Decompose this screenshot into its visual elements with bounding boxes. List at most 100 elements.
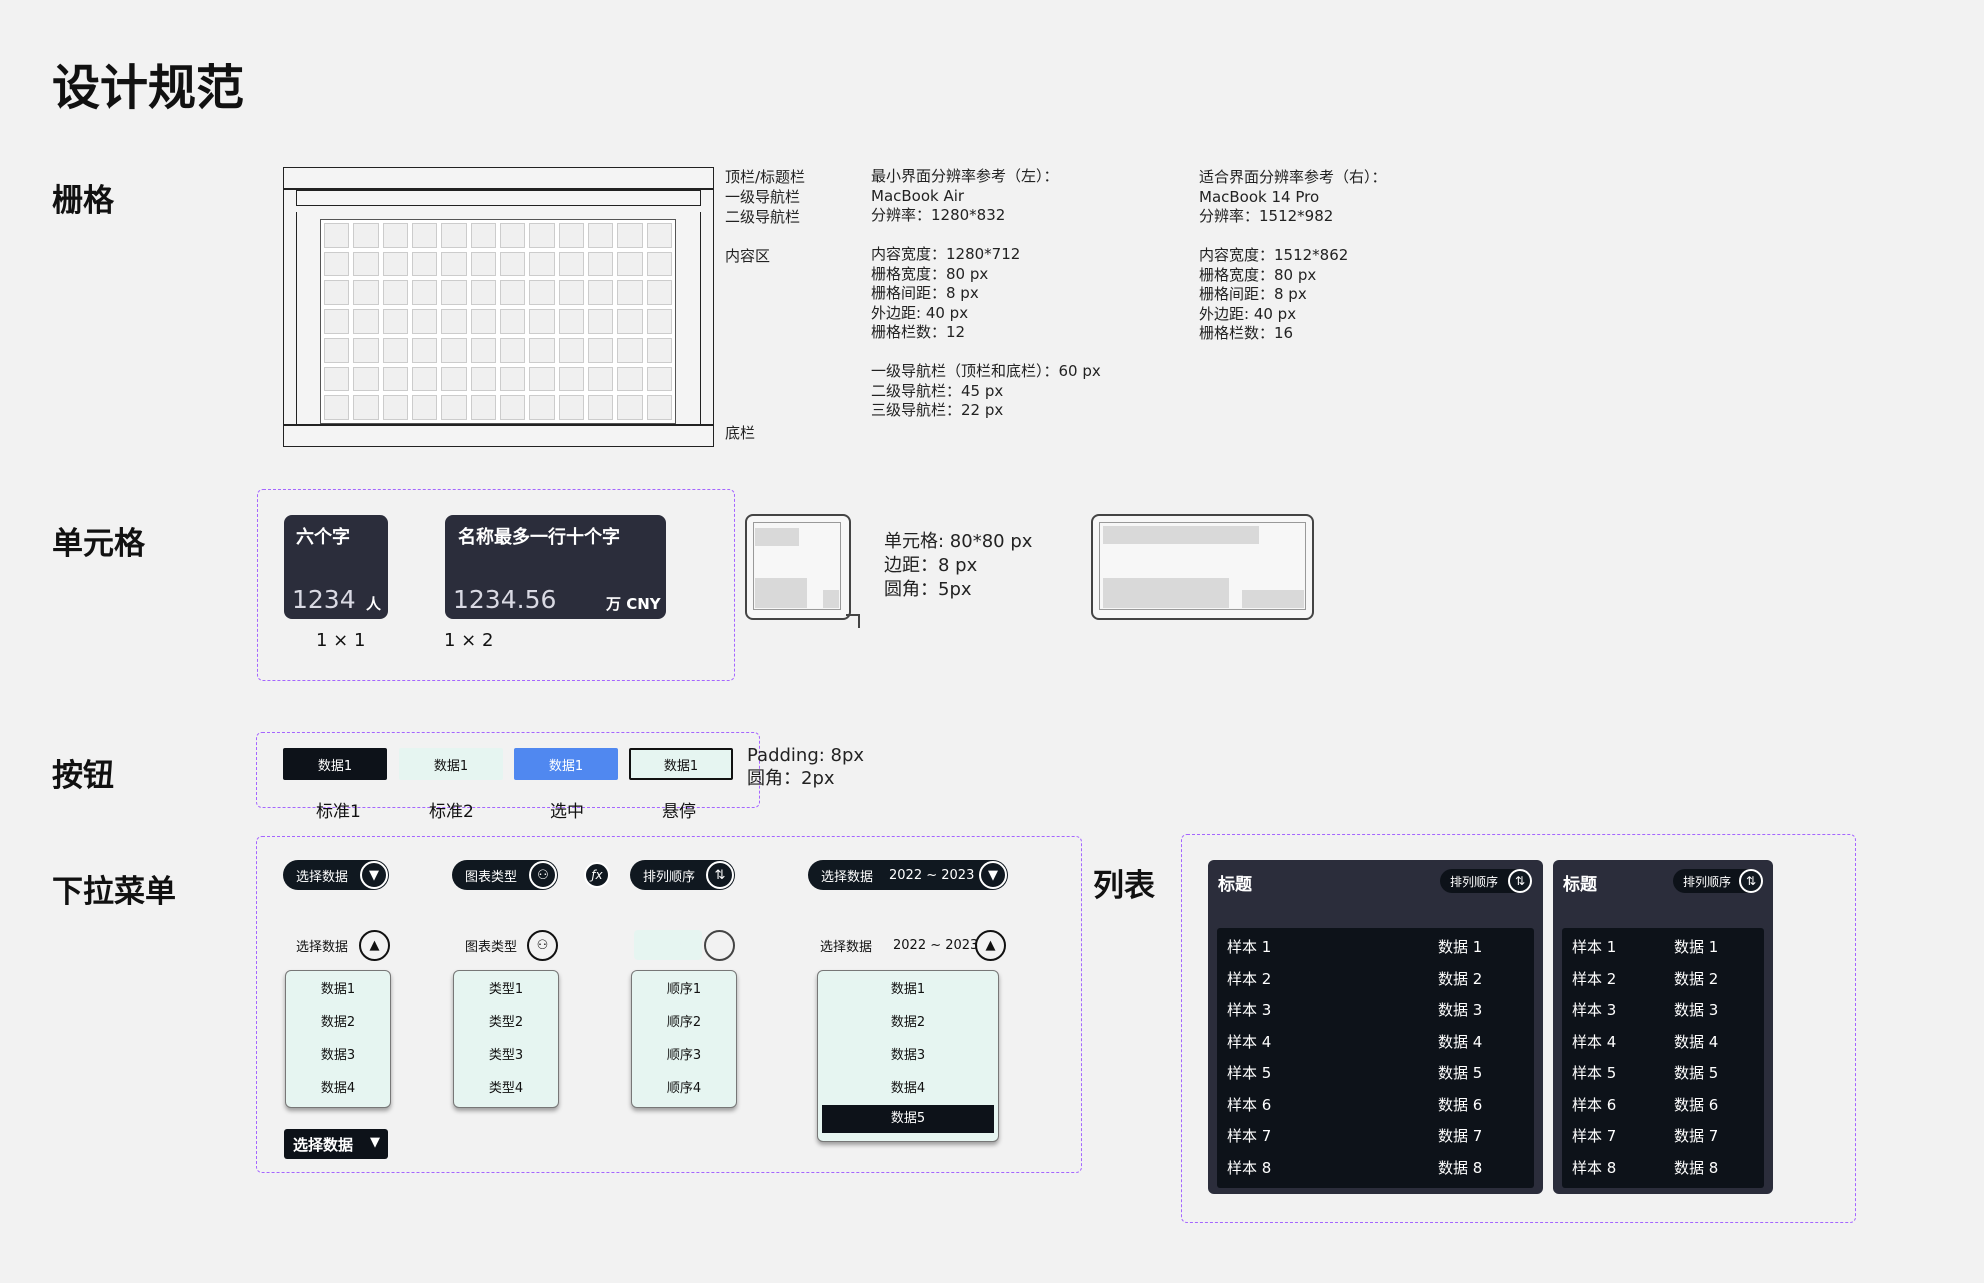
menu-item[interactable]: 类型1 <box>454 973 558 1006</box>
list-sort-button[interactable]: 排列顺序 ⇅ <box>1440 869 1532 893</box>
list-sort-button[interactable]: 排列顺序 ⇅ <box>1673 869 1763 893</box>
menu-item-selected[interactable]: 数据5 <box>822 1105 994 1133</box>
button-hover[interactable]: 数据1 <box>629 748 733 780</box>
button-selected[interactable]: 数据1 <box>514 748 618 780</box>
list-sample-label: 样本 1 <box>1572 938 1617 956</box>
list-row[interactable]: 样本 7 数据 7 <box>1217 1121 1534 1153</box>
list-value-label: 数据 4 <box>1674 1032 1719 1051</box>
grid-cell <box>646 280 672 306</box>
list-row[interactable]: 样本 1 数据 1 <box>1217 932 1534 964</box>
grid-cell <box>588 251 614 277</box>
chevron-up-icon[interactable]: ▲ <box>975 930 1006 961</box>
grid-cell <box>617 366 643 392</box>
button-caption-selected: 选中 <box>550 802 584 822</box>
section-title-list: 列表 <box>1093 868 1155 904</box>
grid-cell <box>529 366 555 392</box>
list-value-label: 数据 5 <box>1674 1064 1719 1082</box>
list-row[interactable]: 样本 4 数据 4 <box>1562 1027 1764 1059</box>
grid-cell <box>500 366 526 392</box>
grid-cell <box>353 251 379 277</box>
list-row[interactable]: 样本 2 数据 2 <box>1217 964 1534 996</box>
select-label: 选择数据 <box>293 1135 354 1154</box>
list-row[interactable]: 样本 3 数据 3 <box>1562 995 1764 1027</box>
cell-unit-placeholder <box>1242 590 1304 608</box>
list-panel-wide: 标题 排列顺序 ⇅ 样本 1 数据 1 样本 2 数据 2 样本 3 数据 3 样本 4 数据… <box>1208 860 1543 1194</box>
menu-item[interactable]: 类型3 <box>454 1039 558 1072</box>
menu-item[interactable]: 数据3 <box>286 1039 390 1072</box>
list-row[interactable]: 样本 2 数据 2 <box>1562 964 1764 996</box>
list-row[interactable]: 样本 3 数据 3 <box>1217 995 1534 1027</box>
type-menu: 类型1 类型2 类型3 类型4 <box>453 970 559 1108</box>
section-title-button: 按钮 <box>52 758 114 794</box>
menu-item[interactable]: 数据2 <box>286 1006 390 1039</box>
grid-cell <box>324 280 350 306</box>
list-row[interactable]: 样本 6 数据 6 <box>1217 1090 1534 1122</box>
grid-cell <box>558 309 584 334</box>
grid-cell <box>588 366 614 392</box>
chart-type-icon[interactable]: ⚇ <box>527 930 558 961</box>
menu-item[interactable]: 数据1 <box>818 973 998 1006</box>
grid-cell <box>529 395 555 420</box>
select-label: 选择数据 <box>821 869 874 885</box>
list-row[interactable]: 样本 1 数据 1 <box>1562 932 1764 964</box>
grid-cell <box>646 223 672 248</box>
fx-icon[interactable]: ƒx <box>584 862 610 888</box>
grid-cell <box>441 366 467 392</box>
menu-item[interactable]: 顺序4 <box>632 1072 736 1105</box>
menu-item[interactable]: 类型4 <box>454 1072 558 1105</box>
list-row[interactable]: 样本 5 数据 5 <box>1562 1058 1764 1090</box>
menu-item[interactable]: 顺序1 <box>632 973 736 1006</box>
cell-card-1x1: 六个字 1234 人 <box>284 515 388 619</box>
grid-cell <box>441 280 467 306</box>
list-value-label: 数据 1 <box>1438 938 1483 956</box>
menu-item[interactable]: 数据3 <box>818 1039 998 1072</box>
grid-cell <box>558 337 584 363</box>
button-standard-2[interactable]: 数据1 <box>399 748 503 780</box>
grid-cell <box>353 309 379 334</box>
grid-cell <box>324 309 350 334</box>
grid-cell <box>617 395 643 420</box>
grid-cell <box>500 309 526 334</box>
menu-item[interactable]: 数据2 <box>818 1006 998 1039</box>
select-data-open-label: 选择数据 <box>296 939 349 955</box>
list-row[interactable]: 样本 4 数据 4 <box>1217 1027 1534 1059</box>
grid-cell <box>529 223 555 248</box>
grid-cells <box>320 219 676 424</box>
menu-item[interactable]: 数据1 <box>286 973 390 1006</box>
sort-order-dropdown[interactable]: 排列顺序 ⇅ <box>630 860 735 890</box>
cell-title-placeholder <box>1103 526 1259 544</box>
grid-cell <box>412 309 438 334</box>
sort-icon: ⇅ <box>706 861 734 889</box>
grid-cell <box>382 251 408 277</box>
list-row[interactable]: 样本 8 数据 8 <box>1217 1153 1534 1185</box>
chevron-up-icon[interactable]: ▲ <box>359 930 390 961</box>
menu-item[interactable]: 顺序3 <box>632 1039 736 1072</box>
list-value-label: 数据 8 <box>1674 1158 1719 1177</box>
select-data-dropdown[interactable]: 选择数据 ▼ <box>283 860 389 890</box>
cell-wireframe-1x1 <box>745 514 851 620</box>
grid-cell <box>588 309 614 334</box>
select-label: 排列顺序 <box>643 869 696 885</box>
button-standard-1[interactable]: 数据1 <box>283 748 387 780</box>
grid-cell <box>412 280 438 306</box>
list-row[interactable]: 样本 7 数据 7 <box>1562 1121 1764 1153</box>
select-data-compact[interactable]: 选择数据 ▼ <box>284 1129 388 1159</box>
cell-unit: 人 <box>366 595 382 613</box>
grid-label-bottom: 底栏 <box>725 424 756 442</box>
list-sample-label: 样本 4 <box>1227 1032 1272 1051</box>
sort-order-empty-circle[interactable] <box>704 930 735 961</box>
menu-item[interactable]: 数据4 <box>818 1072 998 1105</box>
list-row[interactable]: 样本 6 数据 6 <box>1562 1090 1764 1122</box>
corner-marker-v <box>858 614 860 628</box>
list-sample-label: 样本 2 <box>1227 969 1272 988</box>
grid-cell <box>412 223 438 248</box>
year-range-dropdown[interactable]: 选择数据 2022 ~ 2023 ▼ <box>808 860 1008 890</box>
menu-item[interactable]: 类型2 <box>454 1006 558 1039</box>
menu-item[interactable]: 顺序2 <box>632 1006 736 1039</box>
grid-cell <box>441 395 467 420</box>
list-row[interactable]: 样本 8 数据 8 <box>1562 1153 1764 1185</box>
menu-item[interactable]: 数据4 <box>286 1072 390 1105</box>
list-sample-label: 样本 5 <box>1227 1064 1272 1082</box>
list-row[interactable]: 样本 5 数据 5 <box>1217 1058 1534 1090</box>
chart-type-dropdown[interactable]: 图表类型 ⚇ <box>452 860 558 890</box>
